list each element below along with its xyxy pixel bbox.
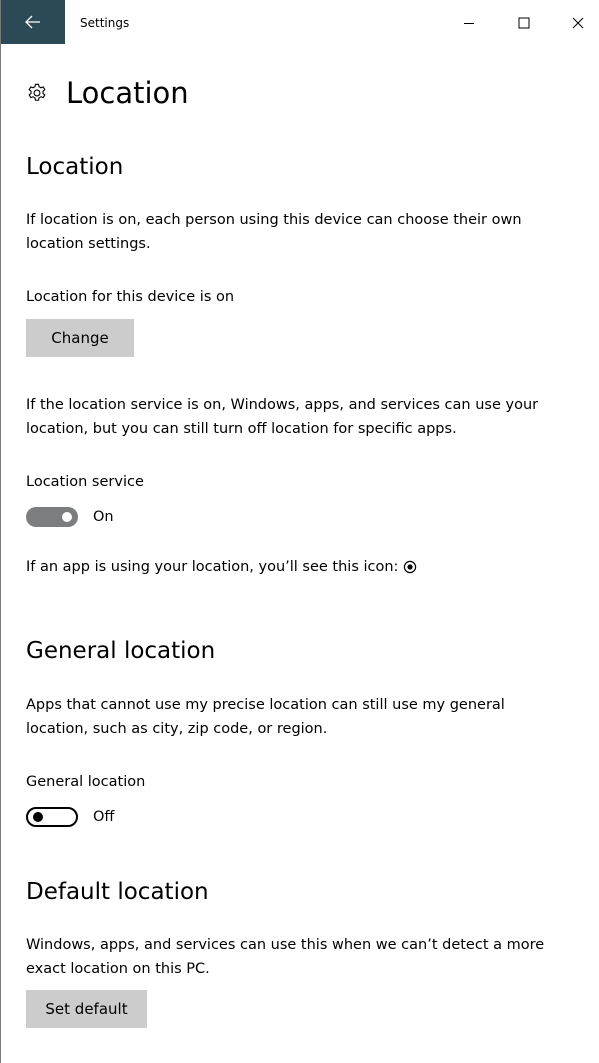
set-default-button[interactable]: Set default xyxy=(26,990,147,1028)
location-service-description: If the location service is on, Windows, … xyxy=(26,397,539,437)
close-button[interactable] xyxy=(558,8,598,38)
maximize-button[interactable] xyxy=(504,8,544,38)
change-button[interactable]: Change xyxy=(26,319,134,357)
location-service-toggle[interactable] xyxy=(26,507,78,527)
minimize-button[interactable] xyxy=(449,8,489,38)
location-description: If location is on, each person using thi… xyxy=(26,212,522,252)
toggle-knob xyxy=(33,812,43,822)
section-title-default-location: Default location xyxy=(26,879,209,905)
section-title-general-location: General location xyxy=(26,638,216,664)
close-icon xyxy=(572,17,584,29)
location-service-toggle-row: On xyxy=(26,507,114,527)
general-location-toggle[interactable] xyxy=(26,807,78,827)
location-service-label: Location service xyxy=(26,474,144,490)
gear-icon xyxy=(28,83,46,101)
general-location-description: Apps that cannot use my precise location… xyxy=(26,697,505,737)
page-header: Location xyxy=(26,74,189,112)
default-location-description: Windows, apps, and services can use this… xyxy=(26,937,545,977)
maximize-icon xyxy=(518,17,530,29)
back-button[interactable] xyxy=(1,0,65,44)
title-bar: Settings xyxy=(1,0,599,46)
page-title: Location xyxy=(66,76,189,110)
general-location-toggle-row: Off xyxy=(26,807,114,827)
location-service-toggle-state: On xyxy=(93,509,114,525)
toggle-knob xyxy=(62,512,72,522)
location-in-use-icon xyxy=(404,560,417,574)
window-title: Settings xyxy=(80,16,130,30)
location-status: Location for this device is on xyxy=(26,289,235,305)
back-arrow-icon xyxy=(25,15,40,29)
general-location-label: General location xyxy=(26,774,146,790)
location-icon-hint-row: If an app is using your location, you’ll… xyxy=(26,555,417,579)
general-location-toggle-state: Off xyxy=(93,809,115,825)
settings-window: Settings Location Location If location i… xyxy=(0,0,599,1063)
section-title-location: Location xyxy=(26,154,124,180)
minimize-icon xyxy=(464,23,474,24)
location-icon-hint: If an app is using your location, you’ll… xyxy=(26,559,399,575)
